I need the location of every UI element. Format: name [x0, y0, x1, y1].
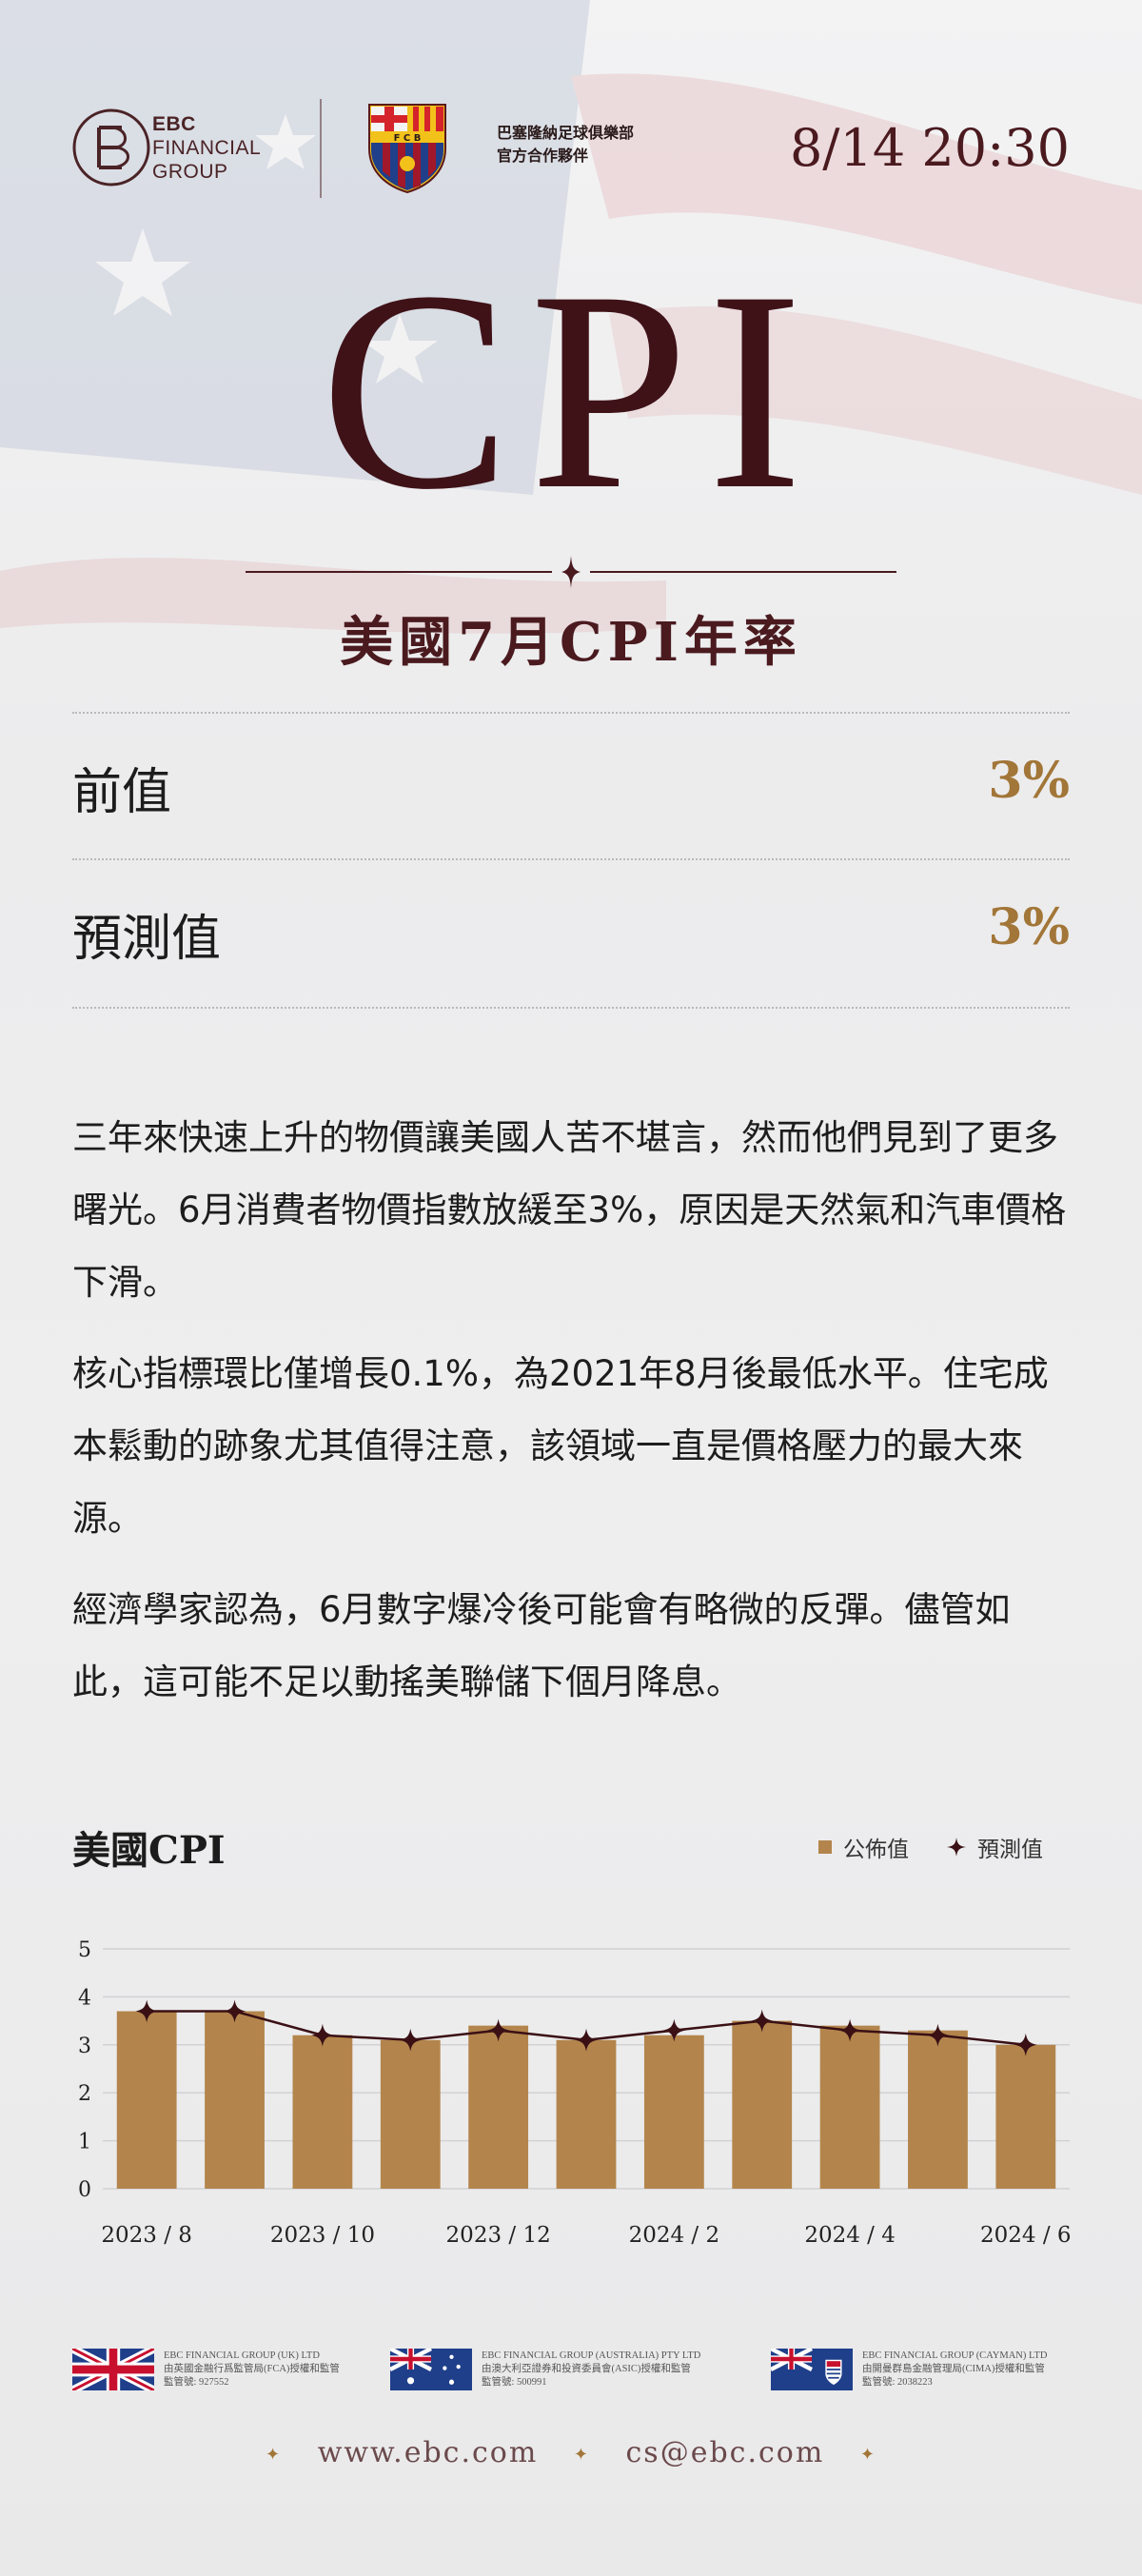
- forecast-value: 3%: [988, 898, 1070, 956]
- y-tick-label: 0: [78, 2178, 91, 2202]
- y-tick-label: 4: [78, 1986, 91, 2010]
- bar: [556, 2039, 617, 2189]
- x-tick-label: 2024 / 2: [629, 2223, 720, 2248]
- regulator-uk-license: 監管號: 927552: [164, 2377, 229, 2388]
- hero-rule-right: [590, 571, 896, 573]
- regulator-cayman-name: EBC FINANCIAL GROUP (CAYMAN) LTD: [862, 2350, 1048, 2361]
- divider: [72, 858, 1070, 860]
- divider: [72, 1007, 1070, 1009]
- regulator-cayman-text: EBC FINANCIAL GROUP (CAYMAN) LTD 由開曼群島金融…: [862, 2350, 1047, 2389]
- regulator-au: EBC FINANCIAL GROUP (AUSTRALIA) PTY LTD …: [390, 2341, 700, 2398]
- sparkle-icon: ✦: [573, 2444, 590, 2465]
- bar: [292, 2035, 353, 2189]
- legend-bar-swatch: [818, 1840, 832, 1854]
- previous-value: 3%: [988, 752, 1070, 810]
- previous-value-label: 前值: [72, 764, 172, 821]
- y-tick-label: 5: [78, 1938, 91, 1962]
- cayman-flag-icon: [771, 2349, 853, 2390]
- bar: [380, 2039, 441, 2189]
- sparkle-icon: [561, 556, 581, 588]
- chart-legend: 公佈值 預測值: [818, 1831, 1043, 1863]
- release-datetime: 8/14 20:30: [789, 118, 1070, 178]
- x-tick-label: 2024 / 4: [804, 2223, 896, 2248]
- partner-text: 巴塞隆納足球俱樂部 官方合作夥伴: [497, 122, 634, 167]
- page: EBC FINANCIAL GROUP F C B 巴塞隆納足球俱樂部 官方合作…: [0, 0, 1142, 2576]
- regulator-uk: EBC FINANCIAL GROUP (UK) LTD 由英國金融行爲監管局(…: [72, 2341, 340, 2398]
- paragraph-3: 經濟學家認為，6月數字爆冷後可能會有略微的反彈。儘管如此，這可能不足以動搖美聯儲…: [72, 1589, 1011, 1702]
- email-link[interactable]: cs@ebc.com: [626, 2436, 825, 2469]
- partner-line-2: 官方合作夥伴: [497, 147, 589, 165]
- divider: [72, 712, 1070, 714]
- svg-text:F C B: F C B: [394, 133, 422, 144]
- article-body: 三年來快速上升的物價讓美國人苦不堪言，然而他們見到了更多曙光。6月消費者物價指數…: [72, 1102, 1072, 1738]
- bar: [116, 2011, 177, 2189]
- sparkle-icon: ✦: [266, 2444, 283, 2465]
- legend-bar-label: 公佈值: [843, 1838, 909, 1862]
- website-link[interactable]: www.ebc.com: [318, 2436, 539, 2469]
- fcb-crest-icon: F C B: [368, 104, 446, 194]
- regulator-uk-name: EBC FINANCIAL GROUP (UK) LTD: [164, 2350, 320, 2361]
- chart-title: 美國CPI: [72, 1828, 226, 1873]
- bar: [732, 2020, 793, 2189]
- brand-line-3: GROUP: [152, 161, 228, 183]
- bar: [995, 2044, 1056, 2189]
- header-divider: [320, 99, 322, 198]
- bar: [819, 2025, 880, 2189]
- regulator-au-desc: 由澳大利亞證券和投資委員會(ASIC)授權和監管: [482, 2364, 691, 2374]
- cpi-chart: 0 1 2 3 4 5 2023 / 8 2023 / 10 2023 / 12 2024 / 2…: [78, 1938, 1072, 2248]
- forecast-value-label: 預測值: [72, 911, 222, 968]
- uk-flag-icon: [72, 2349, 154, 2390]
- legend-line-star-icon: [947, 1838, 966, 1857]
- ebc-logo-icon: [72, 108, 150, 187]
- hero-subtitle: 美國7月CPI年率: [340, 611, 802, 674]
- brand-name: EBC FINANCIAL GROUP: [152, 112, 261, 184]
- partner-line-1: 巴塞隆納足球俱樂部: [497, 124, 635, 142]
- bar: [468, 2025, 529, 2189]
- footer-contacts: ✦ www.ebc.com ✦ cs@ebc.com ✦: [0, 2436, 1142, 2469]
- bar: [205, 2011, 265, 2189]
- x-tick-label: 2024 / 6: [980, 2223, 1072, 2248]
- brand-line-2: FINANCIAL: [152, 137, 262, 159]
- x-tick-label: 2023 / 10: [270, 2223, 375, 2248]
- regulator-cayman-desc: 由開曼群島金融管理局(CIMA)授權和監管: [862, 2364, 1045, 2374]
- australia-flag-icon: [390, 2349, 472, 2390]
- regulator-uk-desc: 由英國金融行爲監管局(FCA)授權和監管: [164, 2364, 340, 2374]
- regulator-cayman: EBC FINANCIAL GROUP (CAYMAN) LTD 由開曼群島金融…: [771, 2341, 1047, 2398]
- y-tick-label: 3: [78, 2035, 91, 2058]
- regulator-au-name: EBC FINANCIAL GROUP (AUSTRALIA) PTY LTD: [482, 2350, 701, 2361]
- y-tick-label: 1: [78, 2131, 91, 2154]
- bar: [643, 2035, 704, 2189]
- hero-title: CPI: [320, 232, 822, 548]
- sparkle-icon: ✦: [859, 2444, 876, 2465]
- regulator-au-license: 監管號: 500991: [482, 2377, 547, 2388]
- x-tick-label: 2023 / 12: [446, 2223, 551, 2248]
- legend-line-label: 預測值: [977, 1838, 1043, 1862]
- bar: [908, 2030, 968, 2189]
- paragraph-2: 核心指標環比僅增長0.1%，為2021年8月後最低水平。住宅成本鬆動的跡象尤其值…: [72, 1353, 1049, 1539]
- regulator-au-text: EBC FINANCIAL GROUP (AUSTRALIA) PTY LTD …: [482, 2350, 700, 2389]
- paragraph-1: 三年來快速上升的物價讓美國人苦不堪言，然而他們見到了更多曙光。6月消費者物價指數…: [72, 1117, 1067, 1303]
- x-tick-label: 2023 / 8: [101, 2223, 192, 2248]
- brand-line-1: EBC: [152, 113, 196, 135]
- y-tick-label: 2: [78, 2082, 91, 2106]
- hero-rule-left: [246, 571, 552, 573]
- regulator-cayman-license: 監管號: 2038223: [862, 2377, 933, 2388]
- regulator-uk-text: EBC FINANCIAL GROUP (UK) LTD 由英國金融行爲監管局(…: [164, 2350, 340, 2389]
